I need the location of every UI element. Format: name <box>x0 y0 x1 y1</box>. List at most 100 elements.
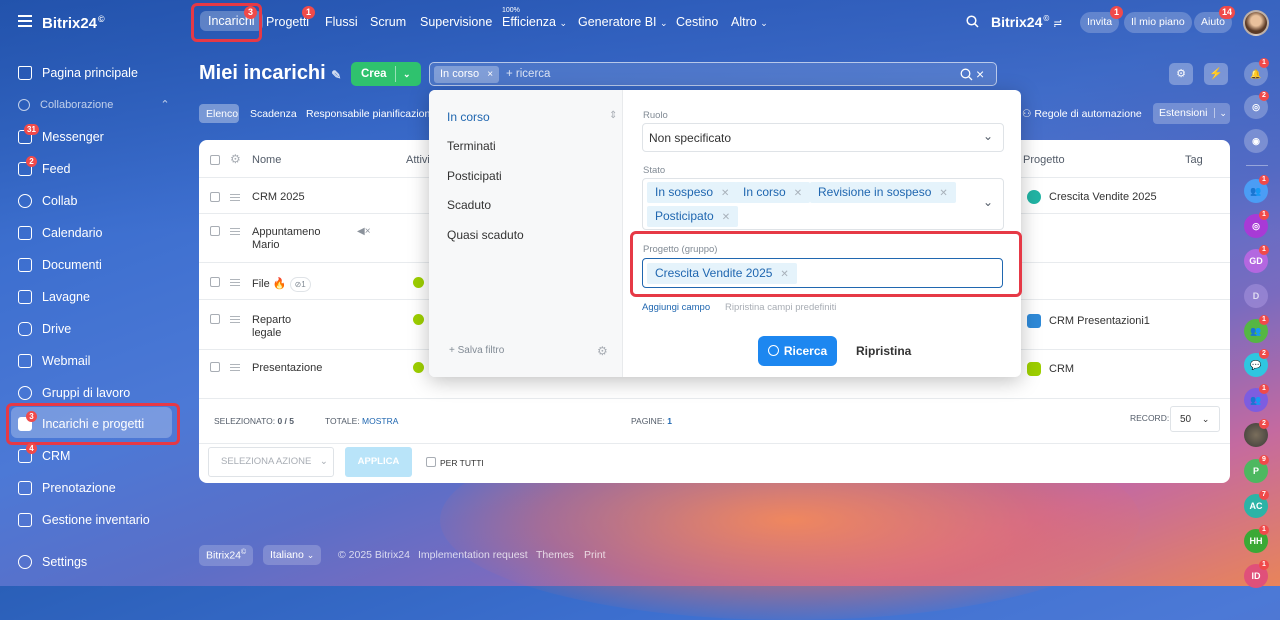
extensions-button[interactable]: Estensioni ⌄ <box>1153 103 1230 124</box>
view-scadenza[interactable]: Scadenza <box>250 108 297 120</box>
column-name[interactable]: Nome <box>252 154 281 166</box>
feed-badge: 2 <box>26 156 37 167</box>
show-total-link[interactable]: MOSTRA <box>362 416 398 426</box>
tab-altro[interactable]: Altro ⌄ <box>731 15 768 29</box>
drag-handle-icon[interactable] <box>230 316 240 323</box>
state-chip[interactable]: Revisione in sospeso ✕ <box>810 182 956 203</box>
project-chip[interactable]: Crescita Vendite 2025 ✕ <box>647 263 797 284</box>
sidebar-item-collab[interactable]: Collab <box>18 194 77 208</box>
sidebar-item-documenti[interactable]: Documenti <box>18 258 102 272</box>
apply-button[interactable]: APPLICA <box>345 447 412 477</box>
sidebar-item-gruppi[interactable]: Gruppi di lavoro <box>18 386 130 400</box>
tab-scrum[interactable]: Scrum <box>370 15 406 29</box>
reset-fields-link[interactable]: Ripristina campi predefiniti <box>725 302 836 313</box>
tab-flussi[interactable]: Flussi <box>325 15 358 29</box>
chat-icon[interactable]: ◉ <box>1244 129 1268 153</box>
task-name[interactable]: Presentazione <box>252 362 322 375</box>
language-select[interactable]: Italiano ⌄ <box>263 545 322 565</box>
drag-handle-icon[interactable] <box>230 228 240 235</box>
sidebar-item-webmail[interactable]: Webmail <box>18 354 90 368</box>
row-checkbox[interactable] <box>210 362 220 372</box>
sidebar-item-prenotazione[interactable]: Prenotazione <box>18 481 116 495</box>
sidebar-item-settings[interactable]: Settings <box>18 555 87 569</box>
badge: 2 <box>1259 349 1269 359</box>
footer-impl-link[interactable]: Implementation request <box>418 549 528 561</box>
preset-posticipati[interactable]: Posticipati <box>447 169 502 183</box>
footer-themes-link[interactable]: Themes <box>536 549 574 561</box>
drag-handle-icon[interactable] <box>230 364 240 371</box>
project-input[interactable]: Crescita Vendite 2025 ✕ <box>642 258 1003 288</box>
search-button[interactable]: Ricerca <box>758 336 837 366</box>
tab-cestino[interactable]: Cestino <box>676 15 718 29</box>
logo[interactable]: Bitrix24© <box>42 14 105 32</box>
row-checkbox[interactable] <box>210 226 220 236</box>
gear-icon[interactable]: ⚙ <box>597 344 608 358</box>
state-chip[interactable]: Posticipato ✕ <box>647 206 739 227</box>
column-project[interactable]: Progetto <box>1023 154 1065 166</box>
row-checkbox[interactable] <box>210 277 220 287</box>
menu-icon[interactable] <box>18 15 32 27</box>
user-avatar[interactable] <box>1243 10 1269 36</box>
search-icon[interactable] <box>966 15 979 28</box>
reset-button[interactable]: Ripristina <box>856 344 911 358</box>
pencil-icon[interactable]: ✎ <box>331 68 341 82</box>
save-filter-link[interactable]: + Salva filtro <box>449 345 504 356</box>
footer-brand[interactable]: Bitrix24© <box>199 545 254 566</box>
task-name[interactable]: Reparto legale <box>252 314 312 340</box>
sidebar-item-lavagne[interactable]: Lavagne <box>18 290 90 304</box>
state-chip[interactable]: In sospeso ✕ <box>647 182 738 203</box>
settings-gear-button[interactable]: ⚙ <box>1169 63 1193 85</box>
task-name[interactable]: File 🔥 ⊘1 <box>252 277 311 292</box>
sidebar-item-calendario[interactable]: Calendario <box>18 226 102 240</box>
user-avatar-d[interactable]: D <box>1244 284 1268 308</box>
create-button[interactable]: Crea ⌄ <box>351 62 421 86</box>
task-project[interactable]: Crescita Vendite 2025 <box>1027 190 1157 204</box>
task-name[interactable]: Appuntameno Mario <box>252 226 332 252</box>
lightning-button[interactable]: ⚡ <box>1204 63 1228 85</box>
preset-terminati[interactable]: Terminati <box>447 139 496 153</box>
for-all-checkbox[interactable] <box>426 457 436 467</box>
view-pianificazione[interactable]: Responsabile pianificazione <box>306 108 436 120</box>
preset-quasi-scaduto[interactable]: Quasi scaduto <box>447 228 524 242</box>
column-activity[interactable]: Attivi <box>406 154 430 166</box>
booking-icon <box>18 481 32 495</box>
view-elenco[interactable]: Elenco <box>206 108 238 120</box>
task-name[interactable]: CRM 2025 <box>252 191 305 204</box>
preset-in-corso[interactable]: In corso <box>447 110 490 124</box>
efficiency-percent: 100% <box>502 7 520 14</box>
my-plan-button[interactable]: Il mio piano <box>1124 12 1192 33</box>
clear-icon[interactable]: × <box>976 66 984 82</box>
drag-handle-icon[interactable] <box>230 279 240 286</box>
tab-generatore-bi[interactable]: Generatore BI ⌄ <box>578 15 668 29</box>
search-chip[interactable]: In corso × <box>434 66 500 83</box>
task-project[interactable]: CRM Presentazioni1 <box>1027 314 1150 328</box>
select-all-checkbox[interactable] <box>210 155 220 165</box>
tab-progetti[interactable]: Progetti <box>266 15 309 29</box>
row-checkbox[interactable] <box>210 314 220 324</box>
task-project[interactable]: CRM <box>1027 362 1074 376</box>
tab-efficienza[interactable]: Efficienza ⌄ <box>502 15 567 29</box>
state-multiselect[interactable]: In sospeso ✕ In corso ✕ Revisione in sospe… <box>642 178 1004 230</box>
sidebar-item-drive[interactable]: Drive <box>18 322 71 336</box>
action-select[interactable]: SELEZIONA AZIONE ⌄ <box>208 447 334 477</box>
add-field-link[interactable]: Aggiungi campo <box>642 302 710 313</box>
drag-handle-icon[interactable] <box>230 194 240 201</box>
footer-print-link[interactable]: Print <box>584 549 606 561</box>
pin-icon[interactable]: ⇕ <box>609 110 617 121</box>
sidebar-item-inventario[interactable]: Gestione inventario <box>18 513 150 527</box>
gear-icon[interactable]: ⚙ <box>230 152 241 166</box>
role-select[interactable]: Non specificato ⌄ <box>642 123 1004 152</box>
close-icon[interactable]: × <box>487 69 493 80</box>
column-tag[interactable]: Tag <box>1185 154 1203 166</box>
search-icon[interactable] <box>960 68 973 81</box>
row-checkbox[interactable] <box>210 192 220 202</box>
sidebar-group-collaborazione[interactable]: Collaborazione ⌃ <box>18 98 170 111</box>
automation-rules-button[interactable]: ⚇ Regole di automazione <box>1022 108 1142 120</box>
state-chip[interactable]: In corso ✕ <box>735 182 811 203</box>
preset-scaduto[interactable]: Scaduto <box>447 198 491 212</box>
sidebar-item-home[interactable]: Pagina principale <box>18 66 138 80</box>
tab-supervisione[interactable]: Supervisione <box>420 15 492 29</box>
record-select[interactable]: 50 ⌄ <box>1170 406 1220 432</box>
search-input[interactable]: In corso × + ricerca × <box>429 62 997 86</box>
chevron-down-icon[interactable]: ⌄ <box>395 66 411 82</box>
